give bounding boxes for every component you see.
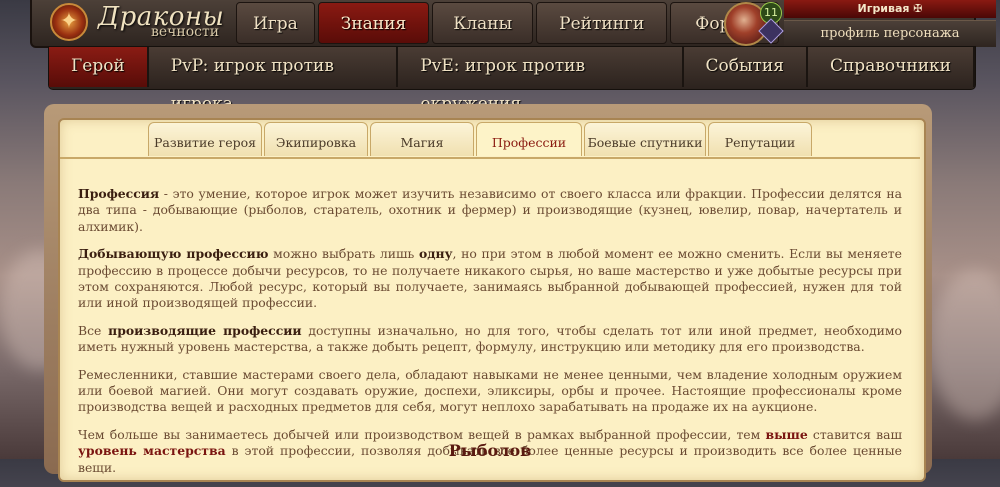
tab-equipment[interactable]: Экипировка (264, 122, 368, 156)
highlight-term: выше (765, 426, 808, 442)
bold-term: Добывающую профессию (78, 246, 269, 262)
game-logo[interactable]: ✦ Драконы вечности (38, 0, 238, 46)
paragraph-text: ставится ваш (807, 426, 902, 442)
tab-hero-development[interactable]: Развитие героя (148, 122, 262, 156)
character-profile-button[interactable]: профиль персонажа (784, 20, 996, 47)
paragraph-text: Ремесленники, ставшие мастерами своего д… (78, 366, 902, 415)
paragraph-text: можно выбрать лишь (268, 246, 419, 262)
bold-term: производящие профессии (108, 322, 302, 338)
tab-battle-companions[interactable]: Боевые спутники (584, 122, 706, 156)
dragon-emblem-icon: ✦ (50, 3, 88, 41)
main-menu-item-game[interactable]: Игра (236, 2, 315, 44)
subnav-item-hero[interactable]: Герой (49, 47, 149, 87)
cloud-decoration (930, 270, 1000, 420)
subnav-item-pvp[interactable]: PvP: игрок против игрока (149, 47, 399, 114)
bold-term: Профессия (78, 186, 160, 201)
player-name: Игривая ✠ (784, 0, 996, 18)
logo-subtitle: вечности (151, 24, 220, 40)
tabs-divider (60, 157, 920, 159)
main-menu: Игра Знания Кланы Рейтинги Форум (236, 2, 782, 44)
paragraph-craftsmen: Ремесленники, ставшие мастерами своего д… (78, 367, 902, 416)
player-profile: 11 Игривая ✠ профиль персонажа (724, 0, 996, 47)
subnav-item-events[interactable]: События (684, 47, 808, 87)
paragraph-text: Все (78, 322, 109, 338)
subnav-item-pve[interactable]: PvE: игрок против окружения (398, 47, 684, 114)
sub-navigation-bar: Герой PvP: игрок против игрока PvE: игро… (48, 46, 976, 114)
main-menu-item-clans[interactable]: Кланы (432, 2, 534, 44)
tab-magic[interactable]: Магия (370, 122, 474, 156)
paragraph-text: - это умение, которое игрок может изучит… (78, 186, 902, 234)
section-heading-fisherman: Рыболов (448, 441, 532, 460)
paragraph-text: Чем больше вы занимаетесь добычей или пр… (78, 426, 766, 442)
main-menu-item-knowledge[interactable]: Знания (317, 2, 430, 44)
tab-professions[interactable]: Профессии (476, 122, 582, 156)
bold-term: одну (418, 246, 453, 262)
main-menu-item-ratings[interactable]: Рейтинги (536, 2, 668, 44)
paragraph-production-professions: Все производящие профессии доступны изна… (78, 323, 902, 356)
paragraph-gathering-profession: Добывающую профессию можно выбрать лишь … (78, 246, 902, 312)
subnav-item-references[interactable]: Справочники (808, 47, 975, 87)
tab-reputations[interactable]: Репутации (708, 122, 812, 156)
paragraph-profession-definition: Профессия - это умение, которое игрок мо… (78, 186, 902, 235)
